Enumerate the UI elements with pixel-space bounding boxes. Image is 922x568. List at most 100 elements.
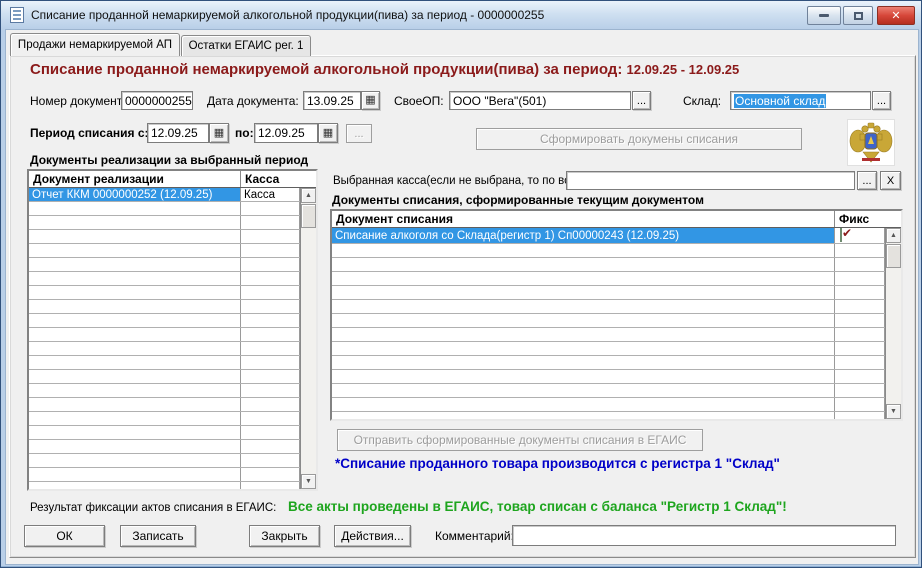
table-row-empty[interactable] bbox=[332, 356, 885, 370]
generate-writeoff-button[interactable]: Сформировать докумены списания bbox=[476, 128, 802, 150]
doc-number-input[interactable]: 0000000255 bbox=[121, 91, 193, 110]
table-row-empty[interactable] bbox=[332, 272, 885, 286]
cell bbox=[241, 426, 300, 439]
own-op-select-button[interactable]: ... bbox=[632, 91, 651, 110]
table-row-empty[interactable] bbox=[29, 272, 300, 286]
period-to-value: 12.09.25 bbox=[258, 126, 305, 140]
maximize-icon bbox=[854, 12, 863, 20]
doc-date-calendar-button[interactable]: ▦ bbox=[361, 91, 380, 110]
period-from-input[interactable]: 12.09.25 bbox=[147, 123, 209, 143]
document-icon bbox=[10, 7, 24, 23]
kassa-clear-button[interactable]: X bbox=[880, 171, 901, 190]
table-row[interactable]: Отчет ККМ 0000000252 (12.09.25) Касса bbox=[29, 188, 300, 202]
table-row-empty[interactable] bbox=[332, 258, 885, 272]
period-to-input[interactable]: 12.09.25 bbox=[254, 123, 318, 143]
table-row[interactable]: Списание алкоголя со Склада(регистр 1) С… bbox=[332, 228, 885, 244]
column-header[interactable]: Фикс bbox=[835, 211, 885, 227]
tab-egais-remains[interactable]: Остатки ЕГАИС рег. 1 bbox=[181, 35, 311, 56]
save-button[interactable]: Записать bbox=[120, 525, 196, 547]
kassa-select-button[interactable]: ... bbox=[857, 171, 877, 190]
actions-button[interactable]: Действия... bbox=[334, 525, 411, 547]
close-form-button[interactable]: Закрыть bbox=[249, 525, 320, 547]
table-row-empty[interactable] bbox=[29, 426, 300, 440]
table-row-empty[interactable] bbox=[29, 244, 300, 258]
table-row-empty[interactable] bbox=[29, 356, 300, 370]
table-row-empty[interactable] bbox=[332, 412, 885, 419]
sales-scrollbar[interactable]: ▲ ▼ bbox=[300, 188, 316, 489]
table-row-empty[interactable] bbox=[332, 244, 885, 258]
table-row-empty[interactable] bbox=[29, 398, 300, 412]
period-select-button[interactable]: ... bbox=[346, 124, 372, 143]
table-row-empty[interactable] bbox=[332, 398, 885, 412]
writeoff-doc-cell[interactable]: Списание алкоголя со Склада(регистр 1) С… bbox=[332, 228, 835, 243]
sales-kassa-cell[interactable]: Касса bbox=[241, 188, 300, 201]
table-row-empty[interactable] bbox=[29, 412, 300, 426]
table-row-empty[interactable] bbox=[332, 328, 885, 342]
table-row-empty[interactable] bbox=[332, 286, 885, 300]
own-op-input[interactable]: ООО "Вега"(501) bbox=[449, 91, 631, 110]
cell bbox=[29, 230, 241, 243]
comment-input[interactable] bbox=[512, 525, 896, 546]
writeoff-fix-cell[interactable] bbox=[835, 228, 885, 243]
column-header[interactable]: Касса bbox=[241, 171, 300, 187]
cell bbox=[835, 300, 885, 313]
table-row-empty[interactable] bbox=[29, 202, 300, 216]
fixed-checkbox[interactable] bbox=[840, 228, 842, 242]
writeoff-scrollbar[interactable]: ▲ ▼ bbox=[885, 228, 901, 419]
scrollbar-thumb[interactable] bbox=[301, 204, 316, 228]
cell bbox=[241, 482, 300, 489]
table-row-empty[interactable] bbox=[29, 328, 300, 342]
scroll-up-icon[interactable]: ▲ bbox=[886, 228, 901, 243]
doc-number-label: Номер документа: bbox=[30, 94, 132, 108]
warehouse-select-button[interactable]: ... bbox=[872, 91, 891, 110]
table-row-empty[interactable] bbox=[29, 216, 300, 230]
table-row-empty[interactable] bbox=[29, 482, 300, 489]
table-row-empty[interactable] bbox=[29, 342, 300, 356]
table-row-empty[interactable] bbox=[29, 300, 300, 314]
minimize-button[interactable] bbox=[807, 6, 841, 25]
doc-date-input[interactable]: 13.09.25 bbox=[303, 91, 361, 110]
cell bbox=[241, 412, 300, 425]
cell bbox=[332, 272, 835, 285]
column-header[interactable]: Документ реализации bbox=[29, 171, 241, 187]
table-row-empty[interactable] bbox=[332, 300, 885, 314]
table-row-empty[interactable] bbox=[332, 370, 885, 384]
table-row-empty[interactable] bbox=[29, 468, 300, 482]
table-row-empty[interactable] bbox=[29, 230, 300, 244]
table-row-empty[interactable] bbox=[29, 384, 300, 398]
ok-button[interactable]: ОК bbox=[24, 525, 105, 547]
selected-kassa-input[interactable] bbox=[566, 171, 855, 190]
ellipsis-icon: ... bbox=[637, 95, 646, 107]
table-row-empty[interactable] bbox=[332, 314, 885, 328]
table-row-empty[interactable] bbox=[29, 258, 300, 272]
warehouse-input[interactable]: Основной склад bbox=[730, 91, 871, 110]
column-header[interactable]: Документ списания bbox=[332, 211, 835, 227]
period-to-calendar-button[interactable]: ▦ bbox=[318, 123, 338, 143]
sales-doc-cell[interactable]: Отчет ККМ 0000000252 (12.09.25) bbox=[29, 188, 241, 201]
maximize-button[interactable] bbox=[843, 6, 873, 25]
sales-table-title: Документы реализации за выбранный период bbox=[30, 153, 308, 167]
scrollbar-thumb[interactable] bbox=[886, 244, 901, 268]
table-row-empty[interactable] bbox=[29, 440, 300, 454]
tab-sales[interactable]: Продажи немаркируемой АП bbox=[10, 33, 180, 56]
writeoff-table-title: Документы списания, сформированные текущ… bbox=[332, 193, 704, 207]
tab-label: Продажи немаркируемой АП bbox=[18, 39, 172, 51]
table-row-empty[interactable] bbox=[29, 370, 300, 384]
cell bbox=[241, 272, 300, 285]
send-to-egais-button[interactable]: Отправить сформированные документы списа… bbox=[337, 429, 703, 451]
period-from-value: 12.09.25 bbox=[151, 126, 198, 140]
cell bbox=[332, 342, 835, 355]
page-title-text: Списание проданной немаркируемой алкогол… bbox=[30, 61, 622, 78]
table-row-empty[interactable] bbox=[332, 384, 885, 398]
table-row-empty[interactable] bbox=[29, 286, 300, 300]
scroll-down-icon[interactable]: ▼ bbox=[886, 404, 901, 419]
period-from-calendar-button[interactable]: ▦ bbox=[209, 123, 229, 143]
table-row-empty[interactable] bbox=[29, 314, 300, 328]
sales-rows: Отчет ККМ 0000000252 (12.09.25) Касса bbox=[29, 188, 300, 489]
close-button[interactable]: ✕ bbox=[877, 6, 915, 25]
table-row-empty[interactable] bbox=[332, 342, 885, 356]
table-row-empty[interactable] bbox=[29, 454, 300, 468]
scroll-up-icon[interactable]: ▲ bbox=[301, 188, 316, 203]
scroll-down-icon[interactable]: ▼ bbox=[301, 474, 316, 489]
cell bbox=[835, 286, 885, 299]
